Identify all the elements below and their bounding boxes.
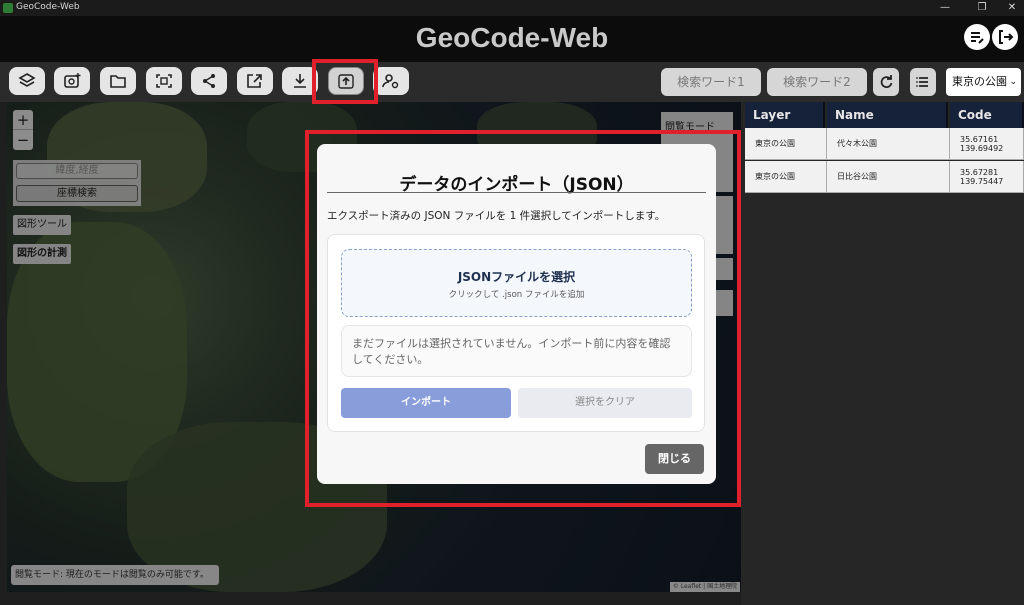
logout-button[interactable] (992, 24, 1018, 50)
keyword1-button[interactable]: 検索ワード1 (661, 68, 761, 96)
layer-select[interactable]: 東京の公園 ⌄ (946, 68, 1021, 96)
result-table: Layer Name Code 東京の公園 代々木公園 35.67161 139… (741, 102, 1024, 605)
open-external-icon (247, 74, 262, 88)
maximize-button[interactable]: ❐ (972, 1, 992, 15)
refresh-icon (880, 75, 893, 88)
refresh-button[interactable] (873, 68, 899, 96)
cell-layer: 東京の公園 (745, 161, 827, 193)
cell-code-lat: 35.67161 (960, 134, 999, 144)
qr-scan-button[interactable] (146, 67, 182, 95)
window-title: GeoCode-Web (16, 2, 80, 12)
highlight-upload-button (312, 59, 378, 104)
edit-list-button[interactable] (964, 24, 990, 50)
cell-code-lng: 139.75447 (960, 176, 1004, 186)
share-icon (203, 74, 215, 88)
table-row[interactable]: 東京の公園 代々木公園 35.67161 139.69492 (741, 128, 1024, 160)
cell-code-lat: 35.67281 (960, 167, 999, 177)
list-menu-button[interactable] (910, 68, 936, 96)
list-icon (916, 77, 928, 87)
user-settings-button[interactable] (373, 67, 409, 95)
layers-icon (18, 73, 36, 87)
minimize-button[interactable]: — (935, 1, 955, 15)
add-photo-icon (64, 73, 81, 88)
layer-select-value: 東京の公園 (952, 75, 1007, 88)
cell-code-lng: 139.69492 (960, 143, 1004, 153)
app-name: GeoCode-Web (415, 22, 609, 53)
close-window-button[interactable]: ✕ (1002, 1, 1022, 15)
column-header-layer: Layer (745, 102, 825, 128)
share-button[interactable] (191, 67, 227, 95)
layers-button[interactable] (9, 67, 45, 95)
open-folder-button[interactable] (100, 67, 136, 95)
column-header-name: Name (827, 102, 948, 128)
logout-icon (999, 30, 1014, 44)
app-header: GeoCode-Web (0, 16, 1024, 62)
table-header: Layer Name Code (741, 102, 1024, 128)
app-icon (3, 3, 13, 13)
keyword2-button[interactable]: 検索ワード2 (767, 68, 867, 96)
folder-open-icon (110, 75, 126, 88)
edit-list-icon (971, 32, 984, 44)
add-photo-button[interactable] (54, 67, 90, 95)
user-settings-icon (382, 74, 399, 89)
open-external-button[interactable] (237, 67, 273, 95)
cell-name: 代々木公園 (827, 128, 950, 160)
cell-name: 日比谷公園 (827, 161, 950, 193)
column-header-code: Code (950, 102, 1024, 128)
cell-code: 35.67281 139.75447 (950, 161, 1024, 193)
table-row[interactable]: 東京の公園 日比谷公園 35.67281 139.75447 (741, 161, 1024, 193)
chevron-down-icon: ⌄ (1009, 77, 1017, 87)
toolbar: 検索ワード1 検索ワード2 東京の公園 ⌄ (0, 62, 1024, 102)
cell-layer: 東京の公園 (745, 128, 827, 160)
highlight-import-dialog (305, 130, 741, 507)
qr-scan-icon (156, 74, 172, 88)
window-titlebar: GeoCode-Web — ❐ ✕ (0, 0, 1024, 16)
cell-code: 35.67161 139.69492 (950, 128, 1024, 160)
